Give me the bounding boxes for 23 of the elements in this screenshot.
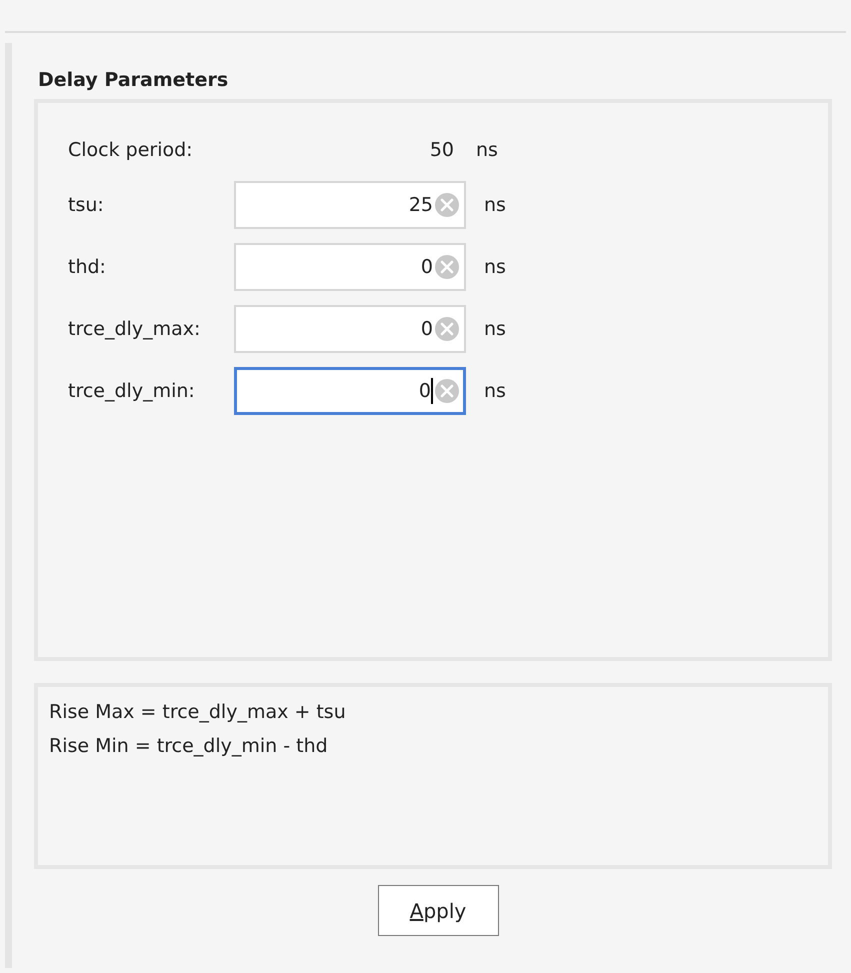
field-label: Clock period: bbox=[68, 138, 194, 163]
number-field[interactable]: 0 bbox=[234, 243, 466, 291]
field-label: trce_dly_max: bbox=[68, 316, 202, 342]
unit-label: ns bbox=[484, 378, 506, 404]
number-field[interactable]: 0 bbox=[234, 305, 466, 353]
unit-label: ns bbox=[484, 254, 506, 280]
clear-icon[interactable] bbox=[434, 316, 460, 342]
unit-label: ns bbox=[484, 316, 506, 342]
unit-label: ns bbox=[484, 192, 506, 218]
formula-text: Rise Max = trce_dly_max + tsu bbox=[49, 700, 347, 725]
formula-text: Rise Min = trce_dly_min - thd bbox=[49, 734, 329, 759]
clear-icon[interactable] bbox=[434, 378, 460, 404]
section-title: Delay Parameters bbox=[38, 68, 230, 93]
field-label: trce_dly_min: bbox=[68, 378, 196, 404]
number-field[interactable]: 0 bbox=[234, 367, 466, 415]
clock-period-value: 50 bbox=[428, 138, 455, 163]
unit-label: ns bbox=[476, 138, 498, 163]
clear-icon[interactable] bbox=[434, 254, 460, 280]
number-field[interactable]: 25 bbox=[234, 181, 466, 229]
field-label: tsu: bbox=[68, 192, 105, 218]
apply-button[interactable]: Apply bbox=[378, 885, 498, 936]
clear-icon[interactable] bbox=[434, 192, 460, 218]
field-label: thd: bbox=[68, 254, 107, 280]
